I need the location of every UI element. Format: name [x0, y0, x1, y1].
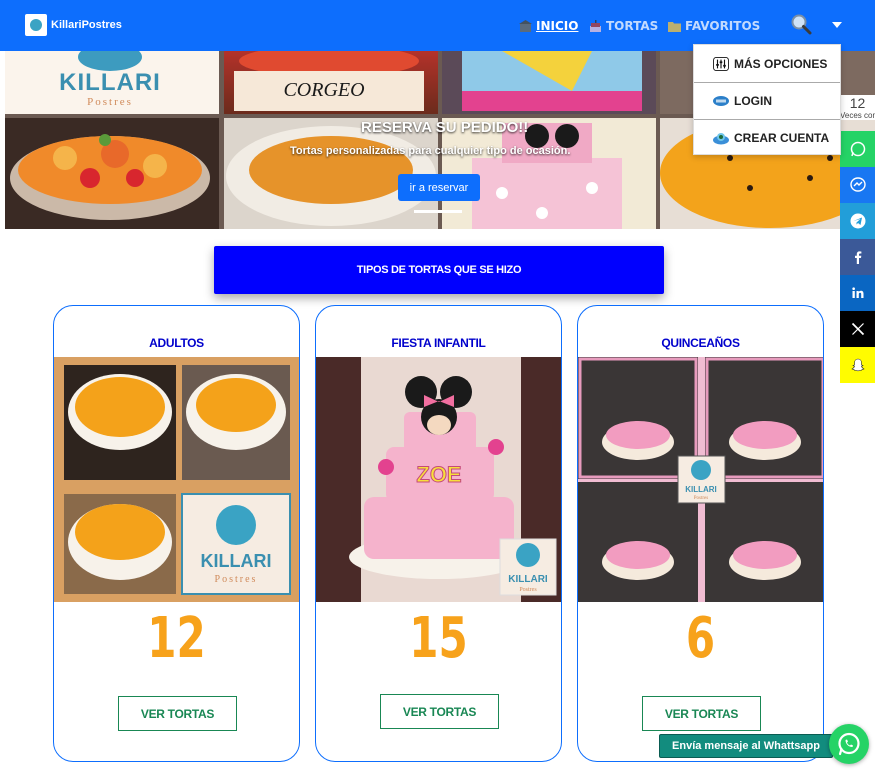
- nav-favoritos-label: FAVORITOS: [685, 19, 761, 33]
- fiesta-logo-sub: Postres: [519, 587, 537, 593]
- card-count: 15: [409, 606, 468, 671]
- card-title: FIESTA INFANTIL: [391, 336, 486, 350]
- menu-login-label: LOGIN: [734, 94, 772, 108]
- whatsapp-message-label[interactable]: Envía mensaje al Whattsapp: [659, 734, 833, 758]
- card-quinceanos: QUINCEAÑOS KILLARI Postres 6 VER TORTAS: [577, 305, 824, 762]
- brand[interactable]: KillariPostres: [25, 14, 122, 36]
- whatsapp-float-button[interactable]: [829, 724, 869, 764]
- share-snapchat-button[interactable]: [840, 347, 875, 383]
- ver-tortas-button[interactable]: VER TORTAS: [380, 694, 499, 729]
- share-linkedin-button[interactable]: [840, 275, 875, 311]
- facebook-icon: [854, 251, 861, 264]
- globe-icon: [713, 133, 729, 145]
- card-adultos: ADULTOS KILLARI Postres 12 VER TORTAS: [53, 305, 300, 762]
- ver-tortas-button[interactable]: VER TORTAS: [118, 696, 237, 731]
- share-messenger-button[interactable]: [840, 167, 875, 203]
- menu-login[interactable]: LOGIN: [694, 82, 840, 119]
- card-title: ADULTOS: [149, 336, 204, 350]
- nav-favoritos[interactable]: FAVORITOS: [668, 19, 760, 33]
- options-dropdown: MÁS OPCIONES LOGIN CREAR CUENTA: [693, 44, 841, 155]
- login-icon: [713, 96, 729, 106]
- nav-inicio-label: INICIO: [536, 19, 579, 33]
- menu-crear-cuenta-label: CREAR CUENTA: [734, 131, 830, 145]
- share-telegram-button[interactable]: [840, 203, 875, 239]
- nav-tortas-label: TORTAS: [606, 19, 659, 33]
- share-whatsapp-button[interactable]: [840, 131, 875, 167]
- menu-mas-opciones[interactable]: MÁS OPCIONES: [694, 45, 840, 82]
- hero-title: RESERVA SU PEDIDO!!: [361, 119, 529, 136]
- card-image-fiesta-infantil[interactable]: ZOE KILLARI Postres: [316, 357, 561, 602]
- adultos-logo-sub: Postres: [215, 574, 258, 585]
- folder-icon: [668, 22, 681, 32]
- quince-logo-sub: Postres: [694, 496, 709, 501]
- card-image-adultos[interactable]: KILLARI Postres: [54, 357, 299, 602]
- messenger-icon: [849, 177, 866, 192]
- snapchat-icon: [850, 358, 865, 372]
- chevron-down-icon[interactable]: [832, 22, 842, 28]
- fiesta-logo-text: KILLARI: [508, 574, 548, 585]
- menu-crear-cuenta[interactable]: CREAR CUENTA: [694, 119, 840, 156]
- card-title: QUINCEAÑOS: [661, 336, 740, 350]
- search-icon[interactable]: [790, 13, 812, 35]
- share-count: 12 Veces compart: [840, 95, 875, 120]
- reserve-button[interactable]: ir a reservar: [398, 174, 480, 201]
- cake-types-header[interactable]: TIPOS DE TORTAS QUE SE HIZO: [214, 246, 664, 294]
- x-icon: [851, 322, 864, 336]
- whatsapp-icon: [850, 141, 865, 157]
- telegram-icon: [850, 213, 865, 229]
- brand-logo-icon: [25, 14, 47, 36]
- brand-name: KillariPostres: [51, 19, 122, 31]
- whatsapp-icon: [838, 732, 860, 756]
- sliders-icon: [713, 56, 729, 71]
- nav-inicio[interactable]: INICIO: [519, 19, 578, 33]
- carousel-indicator[interactable]: [414, 210, 462, 213]
- linkedin-icon: [851, 287, 863, 298]
- card-fiesta-infantil: FIESTA INFANTIL ZOE KILLARI Postres 15 V…: [315, 305, 562, 762]
- cake-icon: [590, 20, 601, 32]
- share-count-number: 12: [849, 95, 866, 111]
- hero-subtitle: Tortas personalizadas para cualquier tip…: [290, 145, 571, 157]
- ver-tortas-button[interactable]: VER TORTAS: [642, 696, 761, 731]
- nav-tortas[interactable]: TORTAS: [589, 19, 658, 33]
- fiesta-cake-text: ZOE: [416, 462, 461, 487]
- share-x-button[interactable]: [840, 311, 875, 347]
- home-icon: [519, 20, 532, 32]
- card-count: 12: [147, 606, 206, 671]
- share-count-label: Veces compart: [840, 111, 875, 120]
- share-facebook-button[interactable]: [840, 239, 875, 275]
- adultos-logo-text: KILLARI: [201, 551, 272, 571]
- card-count: 6: [685, 606, 716, 671]
- menu-mas-opciones-label: MÁS OPCIONES: [734, 56, 828, 71]
- card-image-quinceanos[interactable]: KILLARI Postres: [578, 357, 823, 602]
- quince-logo-text: KILLARI: [685, 485, 717, 494]
